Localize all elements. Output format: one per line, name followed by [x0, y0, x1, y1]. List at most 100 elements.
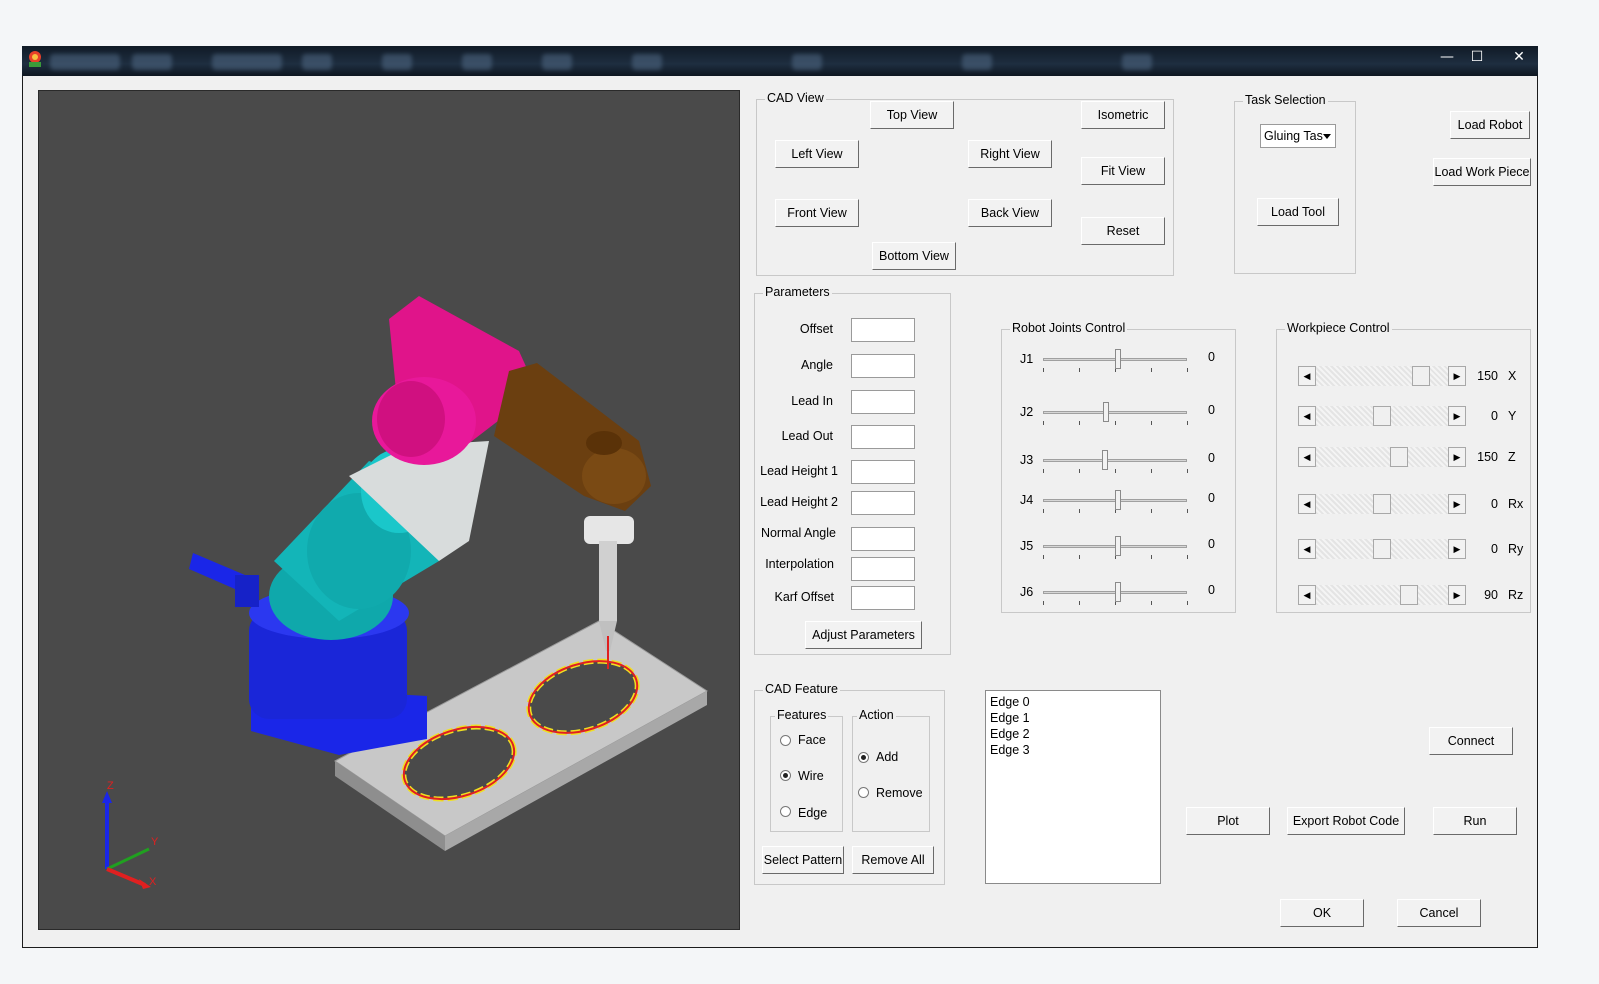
joint-slider-thumb[interactable] — [1114, 582, 1121, 602]
list-item[interactable]: Edge 0 — [990, 694, 1156, 710]
scroll-thumb[interactable] — [1411, 366, 1430, 386]
scroll-track[interactable] — [1316, 447, 1448, 467]
workpiece-control-title: Workpiece Control — [1285, 321, 1392, 335]
face-label: Face — [798, 733, 826, 747]
lead-out-field[interactable] — [851, 425, 915, 449]
scroll-left-icon[interactable]: ◀ — [1298, 366, 1316, 386]
scroll-right-icon[interactable]: ▶ — [1448, 494, 1466, 514]
cad-view-title: CAD View — [765, 91, 826, 105]
list-item[interactable]: Edge 1 — [990, 710, 1156, 726]
back-view-button[interactable]: Back View — [968, 199, 1052, 227]
task-selection-title: Task Selection — [1243, 93, 1328, 107]
workpiece-axis-label: Rx — [1508, 497, 1524, 511]
select-pattern-button[interactable]: Select Pattern — [762, 846, 844, 874]
workpiece-value: 0 — [1491, 409, 1498, 423]
scroll-left-icon[interactable]: ◀ — [1298, 406, 1316, 426]
param-label-lead-out: Lead Out — [781, 429, 833, 443]
scroll-thumb[interactable] — [1373, 539, 1391, 559]
run-button[interactable]: Run — [1433, 807, 1517, 835]
workpiece-axis-label: X — [1508, 369, 1517, 383]
right-view-button[interactable]: Right View — [968, 140, 1052, 168]
scroll-right-icon[interactable]: ▶ — [1448, 406, 1466, 426]
param-label-interpolation: Interpolation — [765, 557, 834, 571]
scroll-thumb[interactable] — [1400, 585, 1419, 605]
reset-button[interactable]: Reset — [1081, 217, 1165, 245]
task-select[interactable]: Gluing Tas — [1260, 124, 1336, 148]
isometric-button[interactable]: Isometric — [1081, 101, 1165, 129]
left-view-button[interactable]: Left View — [775, 140, 859, 168]
top-view-button[interactable]: Top View — [870, 101, 954, 129]
scroll-left-icon[interactable]: ◀ — [1298, 494, 1316, 514]
offset-field[interactable] — [851, 318, 915, 342]
plot-button[interactable]: Plot — [1186, 807, 1270, 835]
scroll-left-icon[interactable]: ◀ — [1298, 539, 1316, 559]
edge-radio[interactable] — [780, 806, 791, 817]
cancel-button[interactable]: Cancel — [1397, 899, 1481, 927]
scroll-thumb[interactable] — [1390, 447, 1409, 467]
param-label-lead-height-1: Lead Height 1 — [760, 464, 838, 478]
scroll-right-icon[interactable]: ▶ — [1448, 585, 1466, 605]
load-tool-button[interactable]: Load Tool — [1257, 198, 1339, 226]
lead-height-2-field[interactable] — [851, 491, 915, 515]
scroll-track[interactable] — [1316, 585, 1448, 605]
face-radio[interactable] — [780, 735, 791, 746]
joint-value: 0 — [1208, 583, 1215, 597]
adjust-parameters-button[interactable]: Adjust Parameters — [805, 621, 922, 649]
workpiece-scrollbar[interactable]: ◀ ▶ — [1298, 447, 1466, 467]
cad-viewport[interactable]: Z Y X — [38, 90, 740, 930]
edge-list[interactable]: Edge 0 Edge 1 Edge 2 Edge 3 — [985, 690, 1161, 884]
slider-tick — [1187, 601, 1188, 605]
joint-slider-thumb[interactable] — [1114, 349, 1121, 369]
lead-height-1-field[interactable] — [851, 460, 915, 484]
close-button[interactable]: ✕ — [1506, 48, 1532, 66]
ok-button[interactable]: OK — [1280, 899, 1364, 927]
joint-label: J4 — [1020, 493, 1034, 507]
export-robot-code-button[interactable]: Export Robot Code — [1287, 807, 1405, 835]
workpiece-scrollbar[interactable]: ◀ ▶ — [1298, 585, 1466, 605]
workpiece-scrollbar[interactable]: ◀ ▶ — [1298, 366, 1466, 386]
scroll-left-icon[interactable]: ◀ — [1298, 447, 1316, 467]
interpolation-field[interactable] — [851, 557, 915, 581]
joint-slider-thumb[interactable] — [1114, 490, 1121, 510]
list-item[interactable]: Edge 2 — [990, 726, 1156, 742]
joint-slider-thumb[interactable] — [1101, 450, 1108, 470]
joint-slider-thumb[interactable] — [1103, 402, 1110, 422]
workpiece-scrollbar[interactable]: ◀ ▶ — [1298, 494, 1466, 514]
bottom-view-button[interactable]: Bottom View — [872, 242, 956, 270]
scroll-thumb[interactable] — [1373, 406, 1391, 426]
axis-triad: Z Y X — [102, 780, 159, 889]
scroll-left-icon[interactable]: ◀ — [1298, 585, 1316, 605]
scroll-thumb[interactable] — [1373, 494, 1391, 514]
fit-view-button[interactable]: Fit View — [1081, 157, 1165, 185]
slider-tick — [1043, 509, 1044, 513]
wire-radio[interactable] — [780, 770, 791, 781]
minimize-button[interactable]: — — [1436, 48, 1458, 66]
remove-all-button[interactable]: Remove All — [852, 846, 934, 874]
scroll-right-icon[interactable]: ▶ — [1448, 366, 1466, 386]
load-robot-button[interactable]: Load Robot — [1450, 111, 1530, 139]
front-view-button[interactable]: Front View — [775, 199, 859, 227]
karf-offset-field[interactable] — [851, 586, 915, 610]
angle-field[interactable] — [851, 354, 915, 378]
slider-tick — [1043, 368, 1044, 372]
joint-slider-thumb[interactable] — [1114, 536, 1121, 556]
slider-tick — [1079, 368, 1080, 372]
remove-radio[interactable] — [858, 787, 869, 798]
workpiece-scrollbar[interactable]: ◀ ▶ — [1298, 406, 1466, 426]
action-group: Action — [852, 708, 930, 832]
maximize-button[interactable]: ☐ — [1466, 48, 1488, 66]
workpiece-scrollbar[interactable]: ◀ ▶ — [1298, 539, 1466, 559]
scroll-right-icon[interactable]: ▶ — [1448, 539, 1466, 559]
joint-slider-track[interactable] — [1043, 411, 1187, 414]
features-title: Features — [775, 708, 829, 722]
connect-button[interactable]: Connect — [1429, 727, 1513, 755]
joint-slider-track[interactable] — [1043, 459, 1187, 462]
add-radio[interactable] — [858, 752, 869, 763]
lead-in-field[interactable] — [851, 390, 915, 414]
load-work-piece-button[interactable]: Load Work Piece — [1433, 158, 1531, 186]
normal-angle-field[interactable] — [851, 527, 915, 551]
workpiece-value: 0 — [1491, 497, 1498, 511]
list-item[interactable]: Edge 3 — [990, 742, 1156, 758]
slider-tick — [1079, 555, 1080, 559]
scroll-right-icon[interactable]: ▶ — [1448, 447, 1466, 467]
